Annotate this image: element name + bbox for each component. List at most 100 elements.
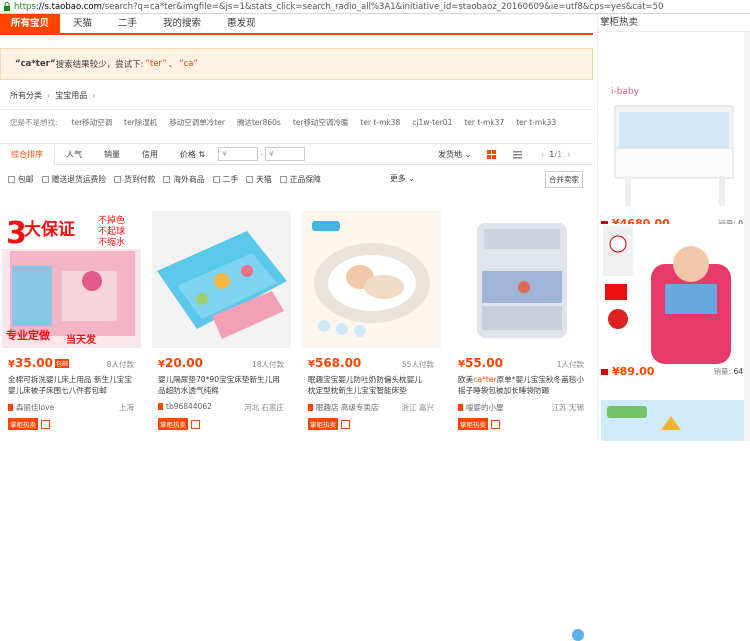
ad-image[interactable]: i-baby xyxy=(601,76,749,216)
did-you-mean-item[interactable]: 移动空调单冷ter xyxy=(163,117,231,128)
search-tabs: 所有宝贝 天猫 二手 我的搜索 惠发现 xyxy=(0,14,593,35)
ship-from-select[interactable]: 发货地 ⌄ xyxy=(438,144,471,165)
url-host: ://s.taobao.com xyxy=(35,1,102,12)
scrollbar[interactable] xyxy=(744,32,750,441)
did-you-mean-item[interactable]: ter t-mk33 xyxy=(510,118,562,127)
suggestion-ca[interactable]: “ca” xyxy=(179,59,198,69)
product-location: 上海 xyxy=(119,403,134,412)
product-title[interactable]: 全棉可拆洗婴儿床上用品 新生儿宝宝 婴儿床被子床围七八件套包邮 xyxy=(8,374,137,396)
filter-secondhand[interactable]: 二手 xyxy=(212,174,238,185)
sort-price[interactable]: 价格 ⇅ xyxy=(169,144,216,165)
service-icon[interactable] xyxy=(191,419,200,429)
sort-sales[interactable]: 销量 xyxy=(93,144,131,165)
hot-sale-badge[interactable]: 掌柜热卖 xyxy=(158,418,188,430)
ad-image[interactable] xyxy=(601,224,749,364)
filter-cod[interactable]: 货到付款 xyxy=(114,174,155,185)
product-card[interactable]: ¥20.00 18人付款 婴儿隔尿垫70*90宝宝床垫新生儿用 品超防水透气纯棉 … xyxy=(152,211,291,441)
breadcrumb-current[interactable]: 宝宝用品 xyxy=(55,90,87,101)
suggestion-ter[interactable]: “ter” xyxy=(145,59,166,69)
product-sales: 55人付款 xyxy=(401,360,434,369)
filter-genuine[interactable]: 正品保障 xyxy=(279,174,321,185)
hot-sale-badge[interactable]: 掌柜热卖 xyxy=(8,418,38,430)
shop-name[interactable]: tb96844062 xyxy=(158,402,212,411)
pager-next[interactable]: › xyxy=(567,150,570,159)
svg-text:不缩水: 不缩水 xyxy=(98,236,125,248)
tab-tmall[interactable]: 天猫 xyxy=(60,14,105,33)
did-you-mean-item[interactable]: 腾达ter860s xyxy=(231,117,287,128)
chat-icon[interactable] xyxy=(572,629,584,641)
product-badges: 掌柜热卖 xyxy=(8,418,50,430)
price-value: 20.00 xyxy=(164,356,203,370)
product-title[interactable]: 欧美ca*ter原单*婴儿宝宝秋冬盖毯小 摇子睡袋包被加长睡袋防踢 xyxy=(458,374,587,396)
filter-bar: 包邮 赠送退货运费险 货到付款 海外商品 二手 天猫 正品保障 更多 ⌄ 合并卖… xyxy=(0,170,593,188)
product-image[interactable] xyxy=(452,211,591,348)
product-card[interactable]: ¥55.00 1人付款 欧美ca*ter原单*婴儿宝宝秋冬盖毯小 摇子睡袋包被加长… xyxy=(452,211,591,441)
shop-name[interactable]: 森丽佳love xyxy=(8,402,54,413)
panel-title: 掌柜热卖 xyxy=(598,14,750,32)
product-image[interactable]: 3 大保证 不掉色 不起球 不缩水 专业定做 当天发 xyxy=(2,211,141,348)
breadcrumb-sep: › xyxy=(47,90,51,100)
title-line: 品超防水透气纯棉 xyxy=(158,386,219,395)
svg-text:不起球: 不起球 xyxy=(98,225,125,237)
filter-tmall[interactable]: 天猫 xyxy=(246,174,272,185)
sort-popularity[interactable]: 人气 xyxy=(55,144,93,165)
filter-return-insurance[interactable]: 赠送退货运费险 xyxy=(41,174,106,185)
list-view-icon[interactable] xyxy=(512,149,523,160)
checkbox-icon xyxy=(212,175,220,183)
did-you-mean-item[interactable]: ter t-mk38 xyxy=(354,118,406,127)
price-min-input[interactable]: ¥ xyxy=(218,147,259,161)
product-image[interactable] xyxy=(152,211,291,348)
product-sales: 1人付款 xyxy=(556,360,584,369)
ad-item[interactable]: ¥89.00 销量: 64 xyxy=(601,224,749,379)
tab-my-search[interactable]: 我的搜索 xyxy=(150,14,214,33)
did-you-mean-item[interactable]: cj1w-ter01 xyxy=(406,118,458,127)
ad-image[interactable] xyxy=(601,400,749,441)
filter-label: 海外商品 xyxy=(173,174,205,184)
did-you-mean-item[interactable]: ter移动空调 xyxy=(66,117,119,128)
product-price: ¥568.00 xyxy=(308,356,361,370)
tab-secondhand[interactable]: 二手 xyxy=(105,14,150,33)
pager-prev[interactable]: ‹ xyxy=(541,150,544,159)
price-value: 35.00 xyxy=(14,356,53,370)
product-card[interactable]: 3 大保证 不掉色 不起球 不缩水 专业定做 当天发 ¥35.00 包邮 8人付款… xyxy=(2,211,141,441)
hot-sale-badge[interactable]: 掌柜热卖 xyxy=(308,418,338,430)
did-you-mean-bar: 您是不是想找: ter移动空调 ter除湿机 移动空调单冷ter 腾达ter86… xyxy=(0,109,593,135)
hot-sale-panel: 掌柜热卖 i-baby ¥4680.00销量: 0 xyxy=(597,14,750,441)
merge-sellers-button[interactable]: 合并卖家 xyxy=(545,171,583,188)
shop-name[interactable]: 嗳婴的小屋 xyxy=(458,402,504,413)
service-icon[interactable] xyxy=(341,419,350,429)
currency-symbol: ¥ xyxy=(458,359,465,370)
sort-credit[interactable]: 信用 xyxy=(131,144,169,165)
did-you-mean-item[interactable]: ter除湿机 xyxy=(118,117,163,128)
filter-free-shipping[interactable]: 包邮 xyxy=(8,174,34,185)
product-title[interactable]: 眠趣宝宝婴儿防吐奶防偏头枕婴儿 枕定型枕新生儿宝宝智能床垫 xyxy=(308,374,437,396)
filter-label: 正品保障 xyxy=(289,174,321,184)
did-you-mean-item[interactable]: ter移动空调冷暖 xyxy=(287,117,355,128)
url-text: https://s.taobao.com/search?q=ca*ter&img… xyxy=(14,2,664,12)
breadcrumb-root[interactable]: 所有分类 xyxy=(10,90,42,101)
more-filters-button[interactable]: 更多 ⌄ xyxy=(390,173,415,184)
product-title[interactable]: 婴儿隔尿垫70*90宝宝床垫新生儿用 品超防水透气纯棉 xyxy=(158,374,287,396)
filter-label: 天猫 xyxy=(256,174,272,184)
breadcrumb-arrow: › xyxy=(92,90,96,100)
service-icon[interactable] xyxy=(491,419,500,429)
grid-view-icon[interactable] xyxy=(486,149,497,160)
hot-sale-badge[interactable]: 掌柜热卖 xyxy=(458,418,488,430)
lock-icon xyxy=(2,2,11,11)
more-label: 更多 xyxy=(390,174,406,183)
chevron-down-icon: ⌄ xyxy=(408,174,415,183)
did-you-mean-item[interactable]: ter t-mk37 xyxy=(458,118,510,127)
ad-item[interactable]: i-baby ¥4680.00销量: 0 xyxy=(601,76,749,231)
sort-default[interactable]: 综合排序 xyxy=(0,143,55,165)
product-card[interactable]: ¥568.00 55人付款 眠趣宝宝婴儿防吐奶防偏头枕婴儿 枕定型枕新生儿宝宝智能… xyxy=(302,211,441,441)
shop-name[interactable]: 眠趣店 高级专卖店 xyxy=(308,402,378,413)
ad-item[interactable] xyxy=(601,400,749,441)
tab-all[interactable]: 所有宝贝 xyxy=(0,14,61,33)
filter-overseas[interactable]: 海外商品 xyxy=(163,174,205,185)
tab-discover[interactable]: 惠发现 xyxy=(214,14,269,33)
service-icon[interactable] xyxy=(41,419,50,429)
price-max-input[interactable]: ¥ xyxy=(265,147,306,161)
notice-query: “ca*ter” xyxy=(15,59,56,69)
product-image[interactable] xyxy=(302,211,441,348)
address-bar[interactable]: https://s.taobao.com/search?q=ca*ter&img… xyxy=(0,0,750,14)
